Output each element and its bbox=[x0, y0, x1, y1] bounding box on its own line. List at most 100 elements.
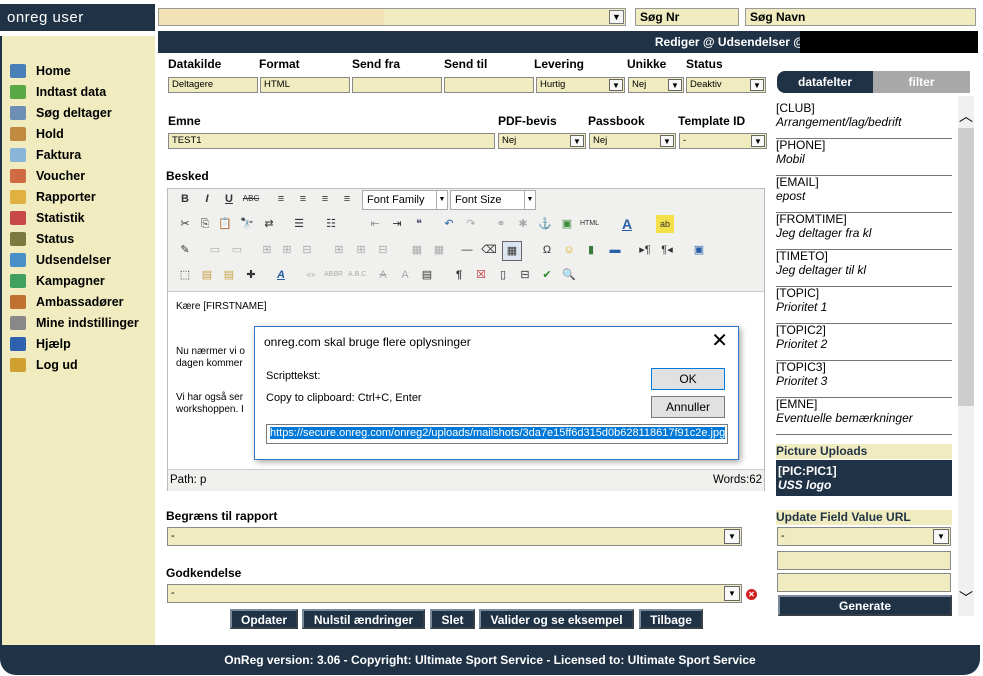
close-icon[interactable]: ✕ bbox=[711, 329, 728, 353]
text-color-icon[interactable]: A bbox=[618, 215, 636, 233]
insert-col-after-icon[interactable]: ⊞ bbox=[352, 241, 370, 259]
layer-icon[interactable]: ▤ bbox=[198, 266, 216, 284]
field-item[interactable]: [FROMTIME] Jeg deltager fra kl bbox=[776, 212, 952, 250]
search-name-input[interactable]: Søg Navn bbox=[745, 8, 976, 26]
undo-icon[interactable]: ↶ bbox=[440, 215, 458, 233]
absolute-icon[interactable]: ✚ bbox=[242, 266, 260, 284]
style-icon[interactable]: A bbox=[272, 266, 290, 284]
preview-icon[interactable]: 🔍 bbox=[560, 266, 578, 284]
sidebar-item-indtast-data[interactable]: Indtast data bbox=[10, 83, 106, 101]
html-icon[interactable]: HTML bbox=[580, 215, 599, 233]
edit-icon[interactable]: ✎ bbox=[176, 241, 194, 259]
emne-field[interactable]: TEST1 bbox=[168, 133, 495, 149]
clear-icon[interactable]: ✕ bbox=[746, 589, 757, 600]
field-item[interactable]: [TOPIC2] Prioritet 2 bbox=[776, 323, 952, 361]
highlight-color-icon[interactable]: ab bbox=[656, 215, 674, 233]
sidebar-item-faktura[interactable]: Faktura bbox=[10, 146, 81, 164]
update-url-input-2[interactable] bbox=[777, 573, 951, 592]
tab-datafelter[interactable]: datafelter bbox=[777, 71, 873, 93]
field-item[interactable]: [TOPIC] Prioritet 1 bbox=[776, 286, 952, 324]
template-icon[interactable]: ▯ bbox=[494, 266, 512, 284]
strikethrough-button[interactable]: ABC bbox=[242, 190, 260, 208]
pagebreak-icon[interactable]: ▬ bbox=[606, 241, 624, 259]
anchor-icon[interactable]: ⚓ bbox=[536, 215, 554, 233]
validate-button[interactable]: Valider og se eksempel bbox=[479, 609, 634, 629]
chevron-down-icon[interactable]: ▼ bbox=[609, 10, 624, 24]
rtl-icon[interactable]: ¶◂ bbox=[658, 241, 676, 259]
sidebar-item-log-ud[interactable]: Log ud bbox=[10, 356, 78, 374]
align-left-icon[interactable]: ≡ bbox=[272, 190, 290, 208]
delete-row-icon[interactable]: ⊟ bbox=[298, 241, 316, 259]
ltr-icon[interactable]: ▸¶ bbox=[636, 241, 654, 259]
status-select[interactable]: Deaktiv ▼ bbox=[686, 77, 766, 93]
dialog-url-input[interactable]: https://secure.onreg.com/onreg2/uploads/… bbox=[266, 424, 728, 444]
format-field[interactable]: HTML bbox=[260, 77, 350, 93]
delete-button[interactable]: Slet bbox=[430, 609, 475, 629]
special-char-icon[interactable]: Ω bbox=[538, 241, 556, 259]
generate-button[interactable]: Generate bbox=[778, 595, 952, 616]
redo-icon[interactable]: ↷ bbox=[462, 215, 480, 233]
underline-button[interactable]: U bbox=[220, 190, 238, 208]
report-select[interactable]: - ▼ bbox=[167, 527, 742, 546]
attribs-icon[interactable]: ▤ bbox=[418, 266, 436, 284]
split-cells-icon[interactable]: ▦ bbox=[408, 241, 426, 259]
search-select[interactable]: ▼ bbox=[158, 8, 626, 26]
update-url-select[interactable]: - ▼ bbox=[777, 527, 951, 546]
image-icon[interactable]: ▣ bbox=[558, 215, 576, 233]
chevron-up-icon[interactable]: ︿ bbox=[958, 106, 974, 124]
table-col-icon[interactable]: ▭ bbox=[228, 241, 246, 259]
tab-filter[interactable]: filter bbox=[873, 71, 970, 93]
field-item[interactable]: [PHONE] Mobil bbox=[776, 138, 952, 176]
unlink-icon[interactable]: ✱ bbox=[514, 215, 532, 233]
field-item[interactable]: [EMAIL] epost bbox=[776, 175, 952, 213]
fullscreen-icon[interactable]: ▣ bbox=[690, 241, 708, 259]
field-item[interactable]: [TIMETO] Jeg deltager til kl bbox=[776, 249, 952, 287]
sidebar-item-ambassadører[interactable]: Ambassadører bbox=[10, 293, 124, 311]
field-item[interactable]: [EMNE] Eventuelle bemærkninger bbox=[776, 397, 952, 435]
approval-select[interactable]: - ▼ bbox=[167, 584, 742, 603]
sidebar-item-søg-deltager[interactable]: Søg deltager bbox=[10, 104, 112, 122]
insert-row-before-icon[interactable]: ⊞ bbox=[258, 241, 276, 259]
copy-icon[interactable]: ⎘ bbox=[196, 215, 214, 233]
reset-button[interactable]: Nulstil ændringer bbox=[302, 609, 425, 629]
sidebar-item-hold[interactable]: Hold bbox=[10, 125, 64, 143]
horizontal-rule-icon[interactable]: — bbox=[458, 241, 476, 259]
outdent-icon[interactable]: ⇤ bbox=[366, 215, 384, 233]
chevron-down-icon[interactable]: ﹀ bbox=[958, 588, 974, 606]
table-icon[interactable]: ▦ bbox=[502, 241, 522, 261]
layer-back-icon[interactable]: ▤ bbox=[220, 266, 238, 284]
align-justify-icon[interactable]: ≡ bbox=[338, 190, 356, 208]
show-blocks-icon[interactable]: ¶ bbox=[450, 266, 468, 284]
spellcheck-icon[interactable]: ✔ bbox=[538, 266, 556, 284]
sidebar-item-home[interactable]: Home bbox=[10, 62, 71, 80]
update-button[interactable]: Opdater bbox=[230, 609, 298, 629]
replace-icon[interactable]: ⇄ bbox=[260, 215, 278, 233]
delete-col-icon[interactable]: ⊟ bbox=[374, 241, 392, 259]
field-item[interactable]: [CLUB] Arrangement/lag/bedrift bbox=[776, 101, 952, 139]
update-url-input-1[interactable] bbox=[777, 551, 951, 570]
indent-icon[interactable]: ⇥ bbox=[388, 215, 406, 233]
send-til-field[interactable] bbox=[444, 77, 534, 93]
ins-icon[interactable]: A bbox=[396, 266, 414, 284]
nonbreaking-icon[interactable]: ☒ bbox=[472, 266, 490, 284]
sidebar-item-hjælp[interactable]: Hjælp bbox=[10, 335, 71, 353]
blockquote-icon[interactable]: ❝ bbox=[410, 215, 428, 233]
scrollbar-thumb[interactable] bbox=[958, 128, 974, 406]
cut-icon[interactable]: ✂ bbox=[176, 215, 194, 233]
sidebar-item-udsendelser[interactable]: Udsendelser bbox=[10, 251, 111, 269]
numbered-list-icon[interactable]: ☷ bbox=[322, 215, 340, 233]
font-family-select[interactable]: Font Family ▼ bbox=[362, 190, 448, 210]
acronym-icon[interactable]: A.B.C bbox=[348, 266, 366, 284]
align-center-icon[interactable]: ≡ bbox=[294, 190, 312, 208]
insert-col-before-icon[interactable]: ⊞ bbox=[330, 241, 348, 259]
datakilde-field[interactable]: Deltagere bbox=[168, 77, 258, 93]
sidebar-item-kampagner[interactable]: Kampagner bbox=[10, 272, 105, 290]
picture-upload-item[interactable]: [PIC:PIC1] USS logo bbox=[776, 460, 952, 496]
del-icon[interactable]: A bbox=[374, 266, 392, 284]
emoticon-icon[interactable]: ☺ bbox=[560, 241, 578, 259]
align-right-icon[interactable]: ≡ bbox=[316, 190, 334, 208]
cite-icon[interactable]: «» bbox=[302, 266, 320, 284]
media-icon[interactable]: ▮ bbox=[582, 241, 600, 259]
sidebar-item-voucher[interactable]: Voucher bbox=[10, 167, 85, 185]
merge-cells-icon[interactable]: ▦ bbox=[430, 241, 448, 259]
